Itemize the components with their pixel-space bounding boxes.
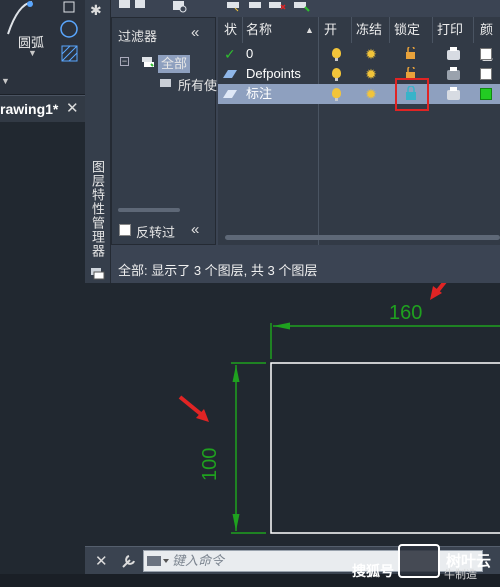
layer-row[interactable]: Defpoints ✹ [218, 64, 500, 84]
col-on[interactable]: 开 [324, 17, 337, 43]
palette-settings-icon[interactable]: ✱ [90, 2, 102, 19]
dim-arrow-icon [273, 322, 290, 330]
filter-tree-panel: 过滤器 « − 全部 所有使 反转过 « [111, 17, 217, 245]
col-divider [473, 17, 474, 43]
col-divider [432, 17, 433, 43]
col-color[interactable]: 颜色 [480, 17, 500, 63]
col-lock[interactable]: 锁定 [394, 17, 420, 43]
invert-filter-label: 反转过 [136, 225, 176, 240]
expand-filter-icon[interactable]: « [191, 221, 199, 238]
layer-color-swatch[interactable] [480, 68, 492, 80]
tree-toggle-icon[interactable]: − [120, 57, 129, 66]
col-divider [389, 17, 390, 43]
col-divider [351, 17, 352, 43]
no-plot-printer-icon[interactable] [447, 67, 460, 80]
filter-scrollbar[interactable] [118, 208, 180, 212]
invert-filter-checkbox[interactable] [119, 224, 131, 236]
col-divider [242, 17, 243, 43]
layer-on-bulb-icon[interactable] [332, 48, 341, 61]
watermark-sub: 牛制造 [444, 569, 477, 581]
tree-child-used[interactable]: 所有使 [178, 75, 217, 94]
palette-toolbar [111, 0, 500, 17]
palette-vertical-title: 图层特性管理器 [90, 160, 105, 258]
horizontal-dimension-text[interactable]: 160 [389, 302, 422, 325]
layer-status-icon [223, 90, 237, 98]
col-freeze[interactable]: 冻结 [356, 17, 382, 43]
current-layer-check-icon: ✓ [224, 46, 236, 62]
annotation-arrow [178, 395, 204, 417]
col-plot[interactable]: 打印 [437, 17, 463, 43]
arc-dropdown-icon[interactable]: ▼ [28, 48, 37, 58]
layer-status-icon [223, 70, 237, 78]
lock-highlight-box [395, 78, 429, 111]
table-scrollbar[interactable] [225, 235, 500, 240]
layer-stack-icon [91, 268, 105, 280]
layer-color-swatch[interactable] [480, 88, 492, 100]
thaw-sun-icon[interactable]: ✹ [364, 47, 378, 61]
dim-arrow-icon [232, 365, 240, 382]
panel-expand-icon[interactable]: ▼ [1, 76, 10, 86]
customize-wrench-icon[interactable] [121, 553, 137, 569]
layer-row[interactable]: ✓ 0 ✹ [218, 44, 500, 64]
watermark-logo [398, 544, 440, 578]
drawn-rectangle[interactable] [270, 362, 500, 534]
plot-printer-icon[interactable] [447, 87, 460, 100]
ribbon-panel: 圆弧 ▼ ▼ [0, 0, 85, 95]
drawing-tab-label[interactable]: rawing1* [0, 101, 58, 117]
col-name[interactable]: 名称 [246, 17, 272, 43]
layer-color-swatch[interactable] [480, 48, 492, 60]
layer-table: 状 名称 ▲ 开 冻结 锁定 打印 颜色 ✓ 0 ✹ Defpoints ✹ 标… [218, 17, 500, 245]
col-status[interactable]: 状 [224, 17, 237, 43]
dim-arrow-icon [232, 514, 240, 531]
drawing-canvas[interactable] [0, 283, 500, 546]
layer-name[interactable]: 标注 [246, 84, 272, 104]
layer-toolbar-icons[interactable] [111, 0, 500, 17]
layer-on-bulb-icon[interactable] [332, 88, 341, 101]
filter-used-icon [160, 79, 171, 87]
layer-on-bulb-icon[interactable] [332, 68, 341, 81]
layer-name[interactable]: Defpoints [246, 64, 301, 84]
filter-header: 过滤器 [118, 29, 158, 44]
plot-printer-icon[interactable] [447, 47, 460, 60]
command-history-icon[interactable] [147, 555, 169, 567]
close-tab-icon[interactable]: ✕ [66, 99, 79, 117]
palette-status-line: 全部: 显示了 3 个图层, 共 3 个图层 [118, 263, 318, 278]
layer-name[interactable]: 0 [246, 44, 253, 64]
vertical-dimension-text[interactable]: 100 [199, 448, 222, 481]
col-divider [318, 17, 319, 43]
thaw-sun-icon[interactable]: ✹ [364, 87, 378, 101]
filter-all-icon [142, 57, 154, 67]
tree-root-all[interactable]: 全部 [158, 55, 191, 73]
layer-row-selected[interactable]: 标注 ✹ [218, 84, 500, 104]
thaw-sun-icon[interactable]: ✹ [364, 67, 378, 81]
palette-title-strip[interactable]: ✱ 图层特性管理器 [85, 0, 111, 283]
command-placeholder: 键入命令 [172, 553, 225, 568]
collapse-filter-icon[interactable]: « [191, 24, 199, 41]
drawing-tab[interactable]: rawing1* ✕ [0, 95, 85, 122]
unlocked-icon[interactable] [405, 47, 417, 59]
sort-icon[interactable]: ▲ [305, 25, 314, 35]
watermark-left: 搜狐号 [352, 563, 394, 579]
close-command-icon[interactable]: ✕ [95, 552, 108, 570]
